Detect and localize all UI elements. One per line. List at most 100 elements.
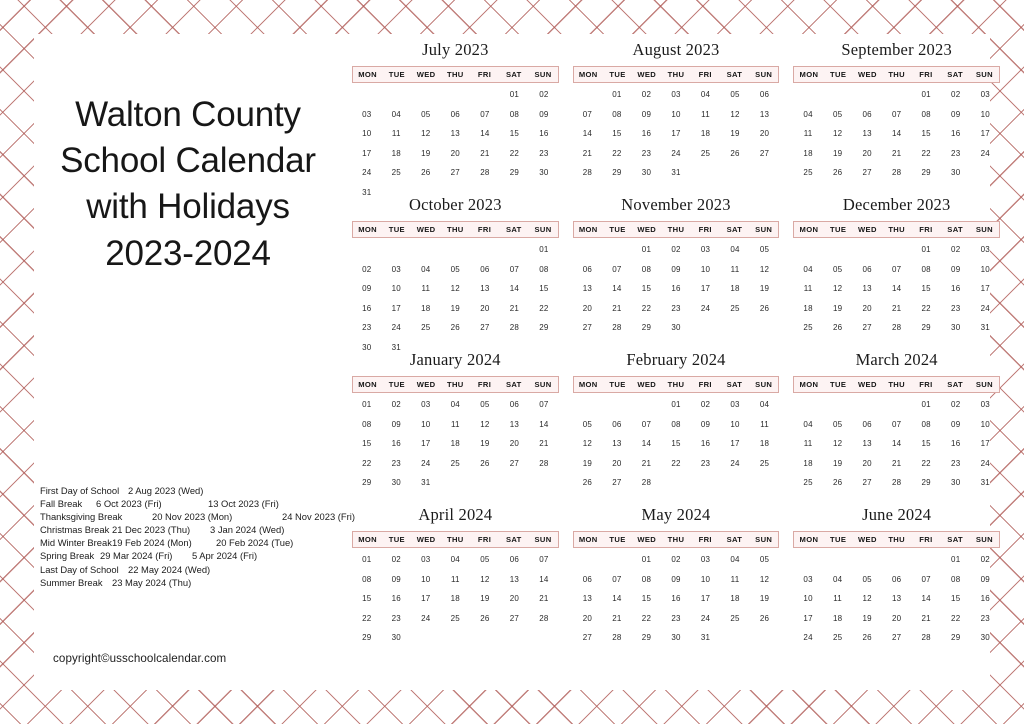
day-cell[interactable]: 24 (970, 299, 1000, 319)
day-cell[interactable]: 24 (691, 609, 721, 629)
day-cell[interactable]: 01 (632, 240, 662, 260)
day-cell[interactable]: 07 (529, 395, 559, 415)
day-cell[interactable]: 25 (793, 473, 823, 493)
day-cell[interactable]: 15 (632, 589, 662, 609)
day-cell[interactable]: 18 (793, 299, 823, 319)
day-cell[interactable]: 03 (793, 570, 823, 590)
day-cell[interactable]: 28 (529, 454, 559, 474)
day-cell[interactable]: 08 (911, 105, 941, 125)
day-cell[interactable]: 21 (500, 299, 530, 319)
day-cell[interactable]: 04 (720, 550, 750, 570)
day-cell[interactable]: 04 (823, 570, 853, 590)
day-cell[interactable]: 03 (691, 550, 721, 570)
day-cell[interactable]: 22 (602, 144, 632, 164)
day-cell[interactable]: 14 (602, 589, 632, 609)
day-cell[interactable]: 22 (941, 609, 971, 629)
day-cell[interactable]: 07 (882, 260, 912, 280)
day-cell[interactable]: 12 (823, 124, 853, 144)
day-cell[interactable]: 28 (500, 318, 530, 338)
day-cell[interactable]: 09 (529, 105, 559, 125)
day-cell[interactable]: 28 (602, 628, 632, 648)
day-cell[interactable]: 20 (602, 454, 632, 474)
day-cell[interactable]: 09 (382, 570, 412, 590)
day-cell[interactable]: 16 (941, 434, 971, 454)
day-cell[interactable]: 19 (750, 279, 780, 299)
day-cell[interactable]: 06 (852, 260, 882, 280)
day-cell[interactable]: 06 (441, 105, 471, 125)
day-cell[interactable]: 17 (411, 589, 441, 609)
day-cell[interactable]: 29 (352, 473, 382, 493)
day-cell[interactable]: 07 (573, 105, 603, 125)
day-cell[interactable]: 12 (573, 434, 603, 454)
day-cell[interactable]: 15 (911, 434, 941, 454)
day-cell[interactable]: 17 (793, 609, 823, 629)
day-cell[interactable]: 12 (470, 570, 500, 590)
day-cell[interactable]: 26 (750, 609, 780, 629)
day-cell[interactable]: 01 (911, 240, 941, 260)
day-cell[interactable]: 12 (441, 279, 471, 299)
day-cell[interactable]: 27 (573, 628, 603, 648)
day-cell[interactable]: 23 (661, 299, 691, 319)
day-cell[interactable]: 20 (573, 609, 603, 629)
day-cell[interactable]: 13 (500, 570, 530, 590)
day-cell[interactable]: 09 (661, 260, 691, 280)
day-cell[interactable]: 10 (691, 570, 721, 590)
day-cell[interactable]: 03 (970, 240, 1000, 260)
day-cell[interactable]: 22 (632, 609, 662, 629)
day-cell[interactable]: 20 (852, 144, 882, 164)
day-cell[interactable]: 26 (411, 163, 441, 183)
day-cell[interactable]: 20 (882, 609, 912, 629)
day-cell[interactable]: 15 (941, 589, 971, 609)
day-cell[interactable]: 30 (632, 163, 662, 183)
day-cell[interactable]: 02 (352, 260, 382, 280)
day-cell[interactable]: 11 (441, 415, 471, 435)
day-cell[interactable]: 13 (852, 279, 882, 299)
day-cell[interactable]: 16 (382, 434, 412, 454)
day-cell[interactable]: 10 (970, 260, 1000, 280)
day-cell[interactable]: 27 (602, 473, 632, 493)
day-cell[interactable]: 15 (661, 434, 691, 454)
day-cell[interactable]: 01 (941, 550, 971, 570)
day-cell[interactable]: 11 (411, 279, 441, 299)
day-cell[interactable]: 10 (793, 589, 823, 609)
day-cell[interactable]: 05 (852, 570, 882, 590)
day-cell[interactable]: 14 (882, 434, 912, 454)
day-cell[interactable]: 23 (661, 609, 691, 629)
day-cell[interactable]: 13 (470, 279, 500, 299)
day-cell[interactable]: 04 (441, 395, 471, 415)
day-cell[interactable]: 16 (352, 299, 382, 319)
day-cell[interactable]: 25 (793, 318, 823, 338)
day-cell[interactable]: 14 (882, 279, 912, 299)
day-cell[interactable]: 12 (823, 279, 853, 299)
day-cell[interactable]: 20 (500, 434, 530, 454)
day-cell[interactable]: 13 (500, 415, 530, 435)
day-cell[interactable]: 04 (411, 260, 441, 280)
day-cell[interactable]: 24 (411, 454, 441, 474)
day-cell[interactable]: 09 (970, 570, 1000, 590)
day-cell[interactable]: 21 (602, 609, 632, 629)
day-cell[interactable]: 05 (823, 415, 853, 435)
day-cell[interactable]: 07 (602, 260, 632, 280)
day-cell[interactable]: 23 (529, 144, 559, 164)
day-cell[interactable]: 26 (470, 609, 500, 629)
day-cell[interactable]: 16 (691, 434, 721, 454)
day-cell[interactable]: 11 (793, 434, 823, 454)
day-cell[interactable]: 19 (470, 434, 500, 454)
day-cell[interactable]: 17 (691, 279, 721, 299)
day-cell[interactable]: 04 (382, 105, 412, 125)
day-cell[interactable]: 21 (632, 454, 662, 474)
day-cell[interactable]: 19 (823, 144, 853, 164)
day-cell[interactable]: 16 (941, 279, 971, 299)
day-cell[interactable]: 18 (793, 144, 823, 164)
day-cell[interactable]: 23 (941, 454, 971, 474)
day-cell[interactable]: 22 (529, 299, 559, 319)
day-cell[interactable]: 17 (411, 434, 441, 454)
day-cell[interactable]: 07 (911, 570, 941, 590)
day-cell[interactable]: 26 (470, 454, 500, 474)
day-cell[interactable]: 30 (941, 473, 971, 493)
day-cell[interactable]: 20 (750, 124, 780, 144)
day-cell[interactable]: 09 (632, 105, 662, 125)
day-cell[interactable]: 29 (529, 318, 559, 338)
day-cell[interactable]: 15 (632, 279, 662, 299)
day-cell[interactable]: 13 (573, 279, 603, 299)
